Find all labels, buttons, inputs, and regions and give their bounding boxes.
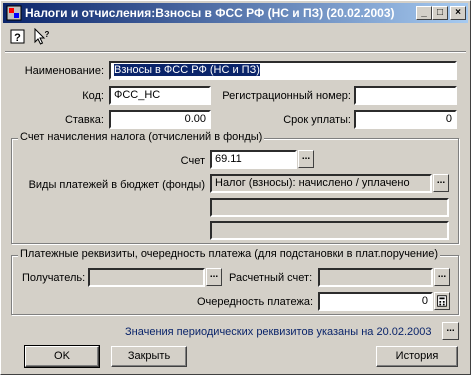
name-value: Взносы в ФСС РФ (НС и ПЗ) (114, 64, 260, 76)
calculator-icon[interactable] (434, 292, 450, 310)
name-field[interactable]: Взносы в ФСС РФ (НС и ПЗ) (109, 61, 457, 80)
priority-label: Очередность платежа: (196, 296, 313, 308)
ellipsis-icon: ... (436, 175, 446, 186)
ellipsis-icon: ... (209, 269, 219, 280)
regnum-label: Регистрационный номер: (222, 90, 351, 102)
code-field[interactable]: ФСС_НС (109, 86, 211, 105)
recipient-select-button[interactable]: ... (206, 268, 222, 286)
account-field[interactable]: 69.11 (210, 150, 297, 169)
close-window-button[interactable]: × (450, 6, 466, 20)
account-label: Счет (180, 155, 205, 167)
svg-text:?: ? (14, 32, 21, 44)
dialog-window: Налоги и отчисления:Взносы в ФСС РФ (НС … (0, 0, 471, 375)
ellipsis-icon: ... (437, 269, 447, 280)
rate-field[interactable]: 0.00 (109, 110, 211, 129)
help-icon[interactable]: ? (9, 28, 27, 46)
ellipsis-icon: ... (446, 323, 455, 334)
ellipsis-icon: ... (301, 151, 311, 162)
history-button[interactable]: История (376, 346, 458, 367)
term-label: Срок уплаты: (283, 114, 351, 126)
whats-this-icon[interactable]: ? (33, 28, 51, 46)
recipient-field[interactable] (88, 268, 205, 287)
ok-button[interactable]: OK (24, 345, 100, 368)
svg-text:?: ? (45, 30, 50, 39)
rate-label: Ставка: (64, 114, 104, 126)
app-icon (6, 5, 22, 21)
maximize-icon: □ (436, 7, 444, 18)
priority-field[interactable]: 0 (318, 292, 433, 311)
title-bar[interactable]: Налоги и отчисления:Взносы в ФСС РФ (НС … (3, 3, 468, 23)
code-label: Код: (82, 90, 104, 102)
extra-field-2 (210, 221, 449, 240)
close-button[interactable]: Закрыть (111, 346, 187, 367)
term-field[interactable]: 0 (354, 110, 457, 129)
payment-group-title: Платежные реквизиты, очередность платежа… (18, 248, 441, 260)
payment-types-label: Виды платежей в бюджет (фонды) (28, 179, 205, 191)
account-group-title: Счет начисления налога (отчислений в фон… (18, 131, 265, 143)
account-select-button[interactable]: ... (298, 150, 314, 168)
name-label: Наименование: (24, 65, 104, 77)
settlement-account-select-button[interactable]: ... (434, 268, 450, 286)
periodic-info-button[interactable]: ... (442, 322, 459, 340)
minimize-button[interactable]: _ (416, 6, 432, 20)
close-icon: × (455, 7, 461, 18)
payment-types-field[interactable]: Налог (взносы): начислено / уплачено (210, 174, 432, 193)
toolbar-separator (5, 51, 466, 53)
periodic-info-text: Значения периодических реквизитов указан… (125, 326, 432, 338)
recipient-label: Получатель: (22, 272, 86, 284)
payment-types-select-button[interactable]: ... (433, 174, 449, 192)
regnum-field[interactable] (354, 86, 457, 105)
minimize-icon: _ (421, 7, 427, 18)
settlement-account-label: Расчетный счет: (229, 272, 313, 284)
settlement-account-field[interactable] (318, 268, 433, 287)
extra-field-1 (210, 198, 449, 217)
window-title: Налоги и отчисления:Взносы в ФСС РФ (НС … (25, 6, 395, 20)
maximize-button[interactable]: □ (432, 6, 448, 20)
